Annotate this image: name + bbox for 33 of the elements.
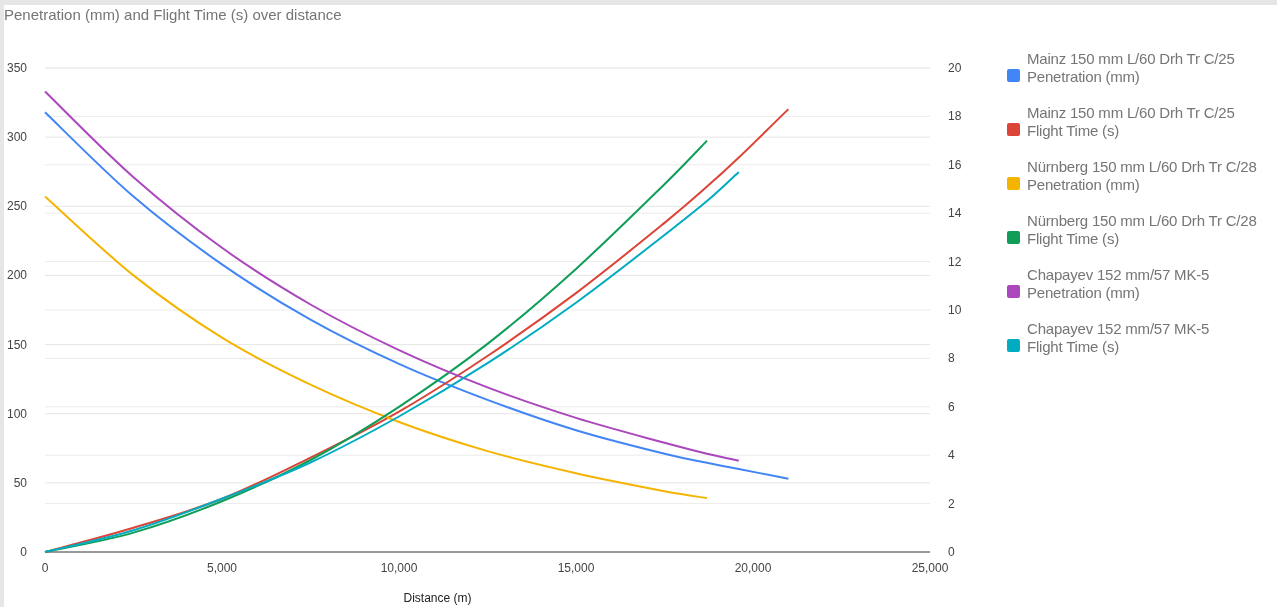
axis-tick-label: 12 (948, 254, 962, 269)
axis-tick-label: 10,000 (380, 561, 418, 575)
axis-tick-label: 50 (13, 475, 27, 490)
axis-tick-label: 18 (948, 109, 962, 124)
axis-tick-label: 10 (948, 303, 962, 317)
axis-tick-label: 150 (6, 337, 27, 352)
axis-tick-label: 0 (20, 545, 27, 559)
axis-tick-label: 0 (41, 561, 49, 575)
axis-tick-label: 350 (6, 61, 27, 75)
axis-tick-label: 4 (948, 448, 955, 463)
axis-tick-label: 14 (948, 206, 962, 221)
legend-label: Chapayev 152 mm/57 MK-5 Flight Time (s) (1027, 320, 1210, 356)
axis-tick-label: 0 (948, 545, 955, 559)
axis-tick-label: 15,000 (557, 561, 595, 575)
axis-tick-label: 2 (948, 496, 955, 511)
legend-label: Nürnberg 150 mm L/60 Drh Tr C/28 Penetration (mm) (1027, 158, 1257, 194)
axis-tick-label: 20 (948, 61, 962, 75)
axis-tick-label: 8 (948, 351, 955, 366)
axis-tick-label: 100 (6, 406, 27, 421)
chart-title: Penetration (mm) and Flight Time (s) over distance (4, 5, 342, 25)
legend-label: Chapayev 152 mm/57 MK-5 Penetration (mm) (1027, 266, 1210, 302)
axis-tick-label: 200 (6, 268, 27, 283)
axis-tick-label: 6 (948, 399, 955, 414)
axis-tick-label: 250 (6, 199, 27, 214)
legend-label: Mainz 150 mm L/60 Drh Tr C/25 Penetration (mm) (1027, 50, 1235, 86)
legend-label: Mainz 150 mm L/60 Drh Tr C/25 Flight Time (s) (1027, 104, 1235, 140)
axis-tick-label: 25,000 (911, 561, 949, 575)
axis-tick-label: 16 (948, 157, 962, 172)
axis-title: Distance (m) (403, 591, 472, 605)
axis-tick-label: 20,000 (734, 561, 772, 575)
legend-label: Nürnberg 150 mm L/60 Drh Tr C/28 Flight Time (s) (1027, 212, 1257, 248)
axis-tick-label: 300 (6, 130, 27, 145)
axis-tick-label: 5,000 (207, 561, 237, 575)
